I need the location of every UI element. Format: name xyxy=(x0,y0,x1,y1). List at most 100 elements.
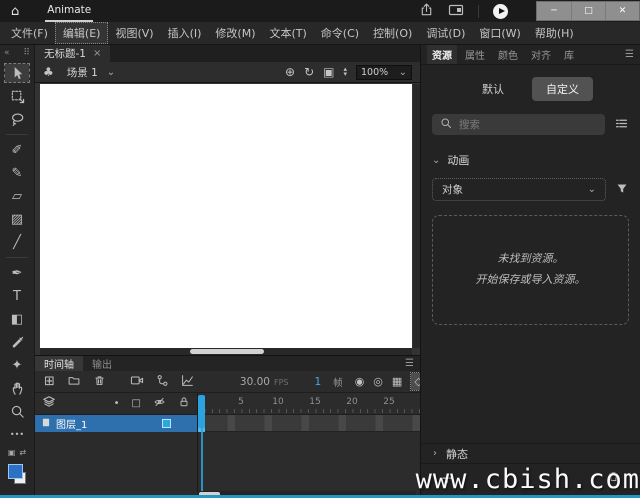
stepper-down-icon[interactable]: ▾ xyxy=(343,71,347,78)
onion-skin-outline-icon[interactable]: ◎ xyxy=(373,375,383,388)
chevron-right-icon[interactable]: › xyxy=(433,448,437,459)
collapse-tools-icon[interactable]: « xyxy=(4,48,10,58)
swap-colors-icon[interactable]: ⇄ xyxy=(19,448,26,457)
layer-outline-color-swatch[interactable] xyxy=(162,419,171,428)
more-tools-icon[interactable]: ••• xyxy=(5,425,29,443)
menu-view[interactable]: 视图(V) xyxy=(108,23,160,43)
classic-brush-tool[interactable]: ✎ xyxy=(5,164,29,182)
scrollbar-thumb[interactable] xyxy=(190,349,264,354)
stage-vertical-scrollbar[interactable] xyxy=(413,84,420,348)
lasso-tool[interactable] xyxy=(5,110,29,128)
tab-timeline[interactable]: 时间轴 xyxy=(35,356,83,371)
layer-row-selected[interactable]: 图层_1 xyxy=(35,415,197,432)
timeline-ruler[interactable]: 5 10 15 20 25 xyxy=(198,393,420,415)
asset-warp-tool[interactable]: ✦ xyxy=(5,356,29,374)
rotate-view-icon[interactable]: ↻ xyxy=(304,65,314,79)
text-tool[interactable]: T xyxy=(5,287,29,305)
crosshair-icon[interactable]: ⊕ xyxy=(285,65,295,79)
visibility-column-icon[interactable] xyxy=(153,396,166,411)
line-tool[interactable]: ╱ xyxy=(5,233,29,251)
tab-properties[interactable]: 属性 xyxy=(460,45,490,64)
eraser-tool[interactable]: ▱ xyxy=(5,187,29,205)
tab-output[interactable]: 输出 xyxy=(83,356,121,371)
fps-value[interactable]: 30.00 xyxy=(240,376,270,388)
symbol-breadcrumb-icon[interactable]: ♣ xyxy=(43,65,54,79)
minimize-button[interactable]: ─ xyxy=(537,2,571,20)
layers-stack-icon[interactable] xyxy=(42,395,56,412)
fluid-brush-tool[interactable]: ✐ xyxy=(5,141,29,159)
fill-stroke-color-swatch[interactable] xyxy=(8,464,26,484)
menu-file[interactable]: 文件(F) xyxy=(4,23,55,43)
graph-editor-icon[interactable] xyxy=(181,374,194,390)
timeline-panel-menu-icon[interactable]: ☰ xyxy=(405,358,414,369)
rectangle-tool[interactable]: ▨ xyxy=(5,210,29,228)
stage-horizontal-scrollbar[interactable] xyxy=(40,348,412,355)
menu-commands[interactable]: 命令(C) xyxy=(314,23,366,43)
menu-modify[interactable]: 修改(M) xyxy=(208,23,262,43)
new-folder-icon[interactable] xyxy=(67,374,81,390)
current-frame-value[interactable]: 1 xyxy=(314,376,321,388)
chevron-down-icon[interactable]: ⌄ xyxy=(432,155,440,166)
zoom-tool[interactable] xyxy=(5,402,29,420)
delete-layer-icon[interactable] xyxy=(93,374,106,390)
edit-toolbar-icon[interactable]: ⠿ xyxy=(23,48,30,58)
test-movie-play-icon[interactable] xyxy=(493,3,508,19)
document-tab[interactable]: 无标题-1 × xyxy=(35,45,111,62)
list-view-icon[interactable] xyxy=(614,117,629,133)
menu-window[interactable]: 窗口(W) xyxy=(472,23,527,43)
highlight-column-icon[interactable]: • xyxy=(114,398,120,409)
new-layer-icon[interactable]: ⊞ xyxy=(44,375,55,388)
paint-bucket-tool[interactable]: ◧ xyxy=(5,310,29,328)
assets-empty-state: 未找到资源。 开始保存或导入资源。 xyxy=(432,215,629,325)
device-preview-icon[interactable] xyxy=(448,3,464,20)
camera-icon[interactable] xyxy=(130,374,144,389)
toggle-custom[interactable]: 自定义 xyxy=(532,77,593,101)
onion-skin-icon[interactable]: ◉ xyxy=(355,375,365,388)
app-tab-animate[interactable]: Animate xyxy=(45,0,94,22)
frame-rate-group[interactable]: 30.00 FPS xyxy=(240,376,289,388)
filter-icon[interactable] xyxy=(615,182,629,198)
menu-help[interactable]: 帮助(H) xyxy=(528,23,581,43)
fill-color-swatch[interactable] xyxy=(8,464,23,479)
search-input[interactable]: 搜索 xyxy=(432,114,605,135)
menu-text[interactable]: 文本(T) xyxy=(262,23,313,43)
tab-align[interactable]: 对齐 xyxy=(526,45,556,64)
menu-edit[interactable]: 编辑(E) xyxy=(54,22,109,44)
eyedropper-tool[interactable] xyxy=(5,333,29,351)
close-button[interactable]: ✕ xyxy=(605,2,639,20)
share-icon[interactable] xyxy=(419,2,434,20)
default-colors-icon[interactable]: ▣ xyxy=(8,448,16,457)
scene-label[interactable]: 场景 1 xyxy=(67,65,98,80)
scene-chevron-icon[interactable]: ⌄ xyxy=(107,67,115,78)
static-section-header[interactable]: › 静态 xyxy=(421,443,640,464)
ruler-tick: 5 xyxy=(238,397,244,407)
playhead[interactable] xyxy=(198,395,205,428)
tab-color[interactable]: 颜色 xyxy=(493,45,523,64)
toggle-default[interactable]: 默认 xyxy=(468,77,518,101)
stage-canvas[interactable] xyxy=(40,84,412,348)
selection-tool[interactable] xyxy=(4,63,30,83)
tab-library[interactable]: 库 xyxy=(559,45,579,64)
free-transform-tool[interactable] xyxy=(5,87,29,105)
menu-control[interactable]: 控制(O) xyxy=(366,23,419,43)
pen-tool[interactable]: ✒ xyxy=(5,264,29,282)
menu-insert[interactable]: 插入(I) xyxy=(161,23,209,43)
zoom-stepper[interactable]: ▴ ▾ xyxy=(343,66,347,78)
home-icon[interactable]: ⌂ xyxy=(11,4,19,19)
edit-multiple-frames-icon[interactable]: ▦ xyxy=(392,375,402,388)
menu-debug[interactable]: 调试(D) xyxy=(419,23,472,43)
document-tab-close-icon[interactable]: × xyxy=(93,48,101,59)
zoom-level-dropdown[interactable]: 100% ⌄ xyxy=(356,64,412,80)
layer-name[interactable]: 图层_1 xyxy=(56,416,87,431)
outline-column-icon[interactable]: □ xyxy=(132,398,141,409)
object-dropdown[interactable]: 对象 ⌄ xyxy=(432,178,606,201)
show-parenting-view-icon[interactable] xyxy=(156,374,169,390)
panel-menu-icon[interactable]: ☰ xyxy=(625,49,634,60)
tab-assets[interactable]: 资源 xyxy=(427,45,457,64)
hand-tool[interactable] xyxy=(5,379,29,397)
animation-section-header[interactable]: ⌄ 动画 xyxy=(432,152,629,168)
center-stage-icon[interactable]: ▣ xyxy=(323,65,334,79)
layer-frames-row[interactable] xyxy=(198,415,420,432)
maximize-button[interactable]: □ xyxy=(571,2,605,20)
lock-column-icon[interactable] xyxy=(178,396,190,411)
